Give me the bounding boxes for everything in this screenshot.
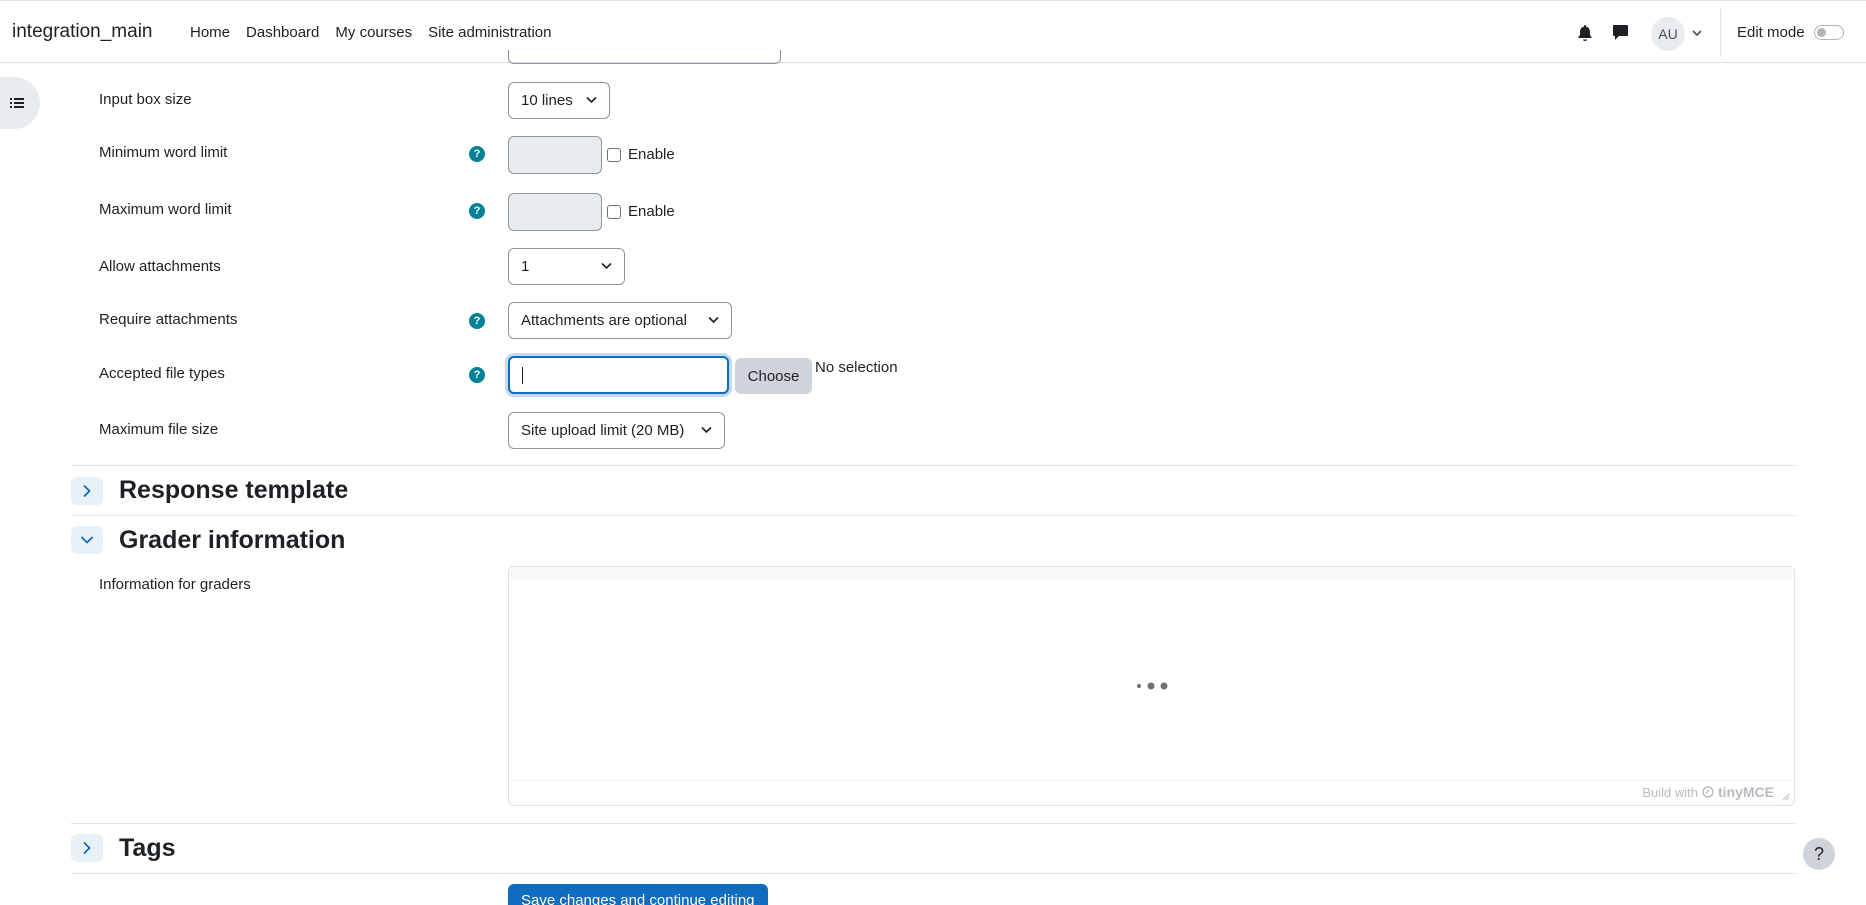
min-word-limit-help-icon[interactable]: ?	[469, 146, 485, 162]
previous-field-partial	[508, 50, 781, 64]
section-divider	[71, 515, 1795, 516]
text-caret	[522, 367, 523, 384]
accepted-file-types-input[interactable]	[508, 356, 729, 394]
primary-navigation: Home Dashboard My courses Site administr…	[190, 24, 568, 41]
editor-resize-handle-icon[interactable]	[1782, 793, 1790, 801]
allow-attachments-label: Allow attachments	[99, 258, 221, 275]
chevron-down-icon	[601, 262, 612, 270]
loading-dots-icon	[1137, 682, 1168, 690]
tags-heading[interactable]: Tags	[119, 834, 176, 863]
user-avatar[interactable]: AU	[1651, 17, 1685, 51]
max-word-limit-help-icon[interactable]: ?	[469, 203, 485, 219]
editor-toolbar-placeholder	[510, 568, 1793, 580]
accepted-file-types-label: Accepted file types	[99, 365, 225, 382]
chevron-right-icon	[83, 484, 91, 498]
require-attachments-value: Attachments are optional	[521, 312, 687, 329]
min-word-limit-enable-label[interactable]: Enable	[628, 146, 675, 163]
section-divider	[71, 823, 1795, 824]
max-file-size-label: Maximum file size	[99, 421, 219, 438]
input-box-size-select[interactable]: 10 lines	[508, 82, 610, 119]
chevron-down-icon	[708, 316, 719, 324]
messages-chat-icon[interactable]	[1612, 24, 1629, 41]
tags-expand-button[interactable]	[71, 834, 103, 862]
section-divider	[71, 873, 1795, 874]
chevron-down-icon	[586, 96, 597, 104]
input-box-size-label: Input box size	[99, 91, 192, 108]
navbar-divider	[1720, 9, 1721, 57]
min-word-limit-input[interactable]	[508, 136, 602, 174]
chevron-down-icon	[80, 536, 94, 544]
require-attachments-label: Require attachments	[99, 311, 238, 328]
max-word-limit-enable-label[interactable]: Enable	[628, 203, 675, 220]
section-divider	[71, 465, 1795, 466]
allow-attachments-value: 1	[521, 258, 530, 275]
min-word-limit-enable-checkbox[interactable]	[607, 148, 621, 162]
user-menu-chevron-down-icon[interactable]	[1692, 28, 1702, 38]
accepted-file-types-help-icon[interactable]: ?	[469, 367, 485, 383]
input-box-size-value: 10 lines	[521, 92, 573, 109]
nav-my-courses[interactable]: My courses	[335, 24, 412, 41]
max-file-size-value: Site upload limit (20 MB)	[521, 422, 685, 439]
max-word-limit-enable-checkbox[interactable]	[607, 205, 621, 219]
chevron-down-icon	[701, 426, 712, 434]
nav-dashboard[interactable]: Dashboard	[246, 24, 319, 41]
editor-branding[interactable]: Build with tinyMCE	[1642, 784, 1774, 800]
allow-attachments-select[interactable]: 1	[508, 248, 625, 285]
top-navbar: integration_main Home Dashboard My cours…	[0, 0, 1866, 63]
choose-file-types-button[interactable]: Choose	[735, 358, 812, 394]
min-word-limit-label: Minimum word limit	[99, 144, 228, 161]
grader-information-heading[interactable]: Grader information	[119, 526, 345, 555]
edit-mode-toggle[interactable]	[1814, 25, 1844, 40]
list-icon	[10, 98, 24, 108]
chevron-right-icon	[83, 841, 91, 855]
max-file-size-select[interactable]: Site upload limit (20 MB)	[508, 412, 725, 449]
grader-information-collapse-button[interactable]	[71, 526, 103, 554]
course-index-drawer-button[interactable]	[0, 77, 40, 129]
max-word-limit-input[interactable]	[508, 193, 602, 231]
max-word-limit-label: Maximum word limit	[99, 201, 232, 218]
require-attachments-select[interactable]: Attachments are optional	[508, 302, 732, 339]
edit-mode-label: Edit mode	[1737, 24, 1805, 41]
editor-branding-text: Build with	[1642, 784, 1698, 800]
nav-home[interactable]: Home	[190, 24, 230, 41]
information-for-graders-label: Information for graders	[99, 576, 251, 593]
require-attachments-help-icon[interactable]: ?	[469, 313, 485, 329]
site-brand[interactable]: integration_main	[12, 21, 152, 43]
help-floating-button[interactable]: ?	[1803, 838, 1835, 870]
response-template-heading[interactable]: Response template	[119, 476, 348, 505]
editor-statusbar: Build with tinyMCE	[509, 780, 1794, 805]
tinymce-brand-name: tinyMCE	[1718, 784, 1774, 800]
notifications-bell-icon[interactable]	[1578, 25, 1592, 41]
save-and-continue-button[interactable]: Save changes and continue editing	[508, 884, 768, 905]
file-types-selection-text: No selection	[815, 359, 898, 376]
response-template-expand-button[interactable]	[71, 477, 103, 505]
nav-site-administration[interactable]: Site administration	[428, 24, 551, 41]
tinymce-logo-icon	[1702, 786, 1714, 798]
